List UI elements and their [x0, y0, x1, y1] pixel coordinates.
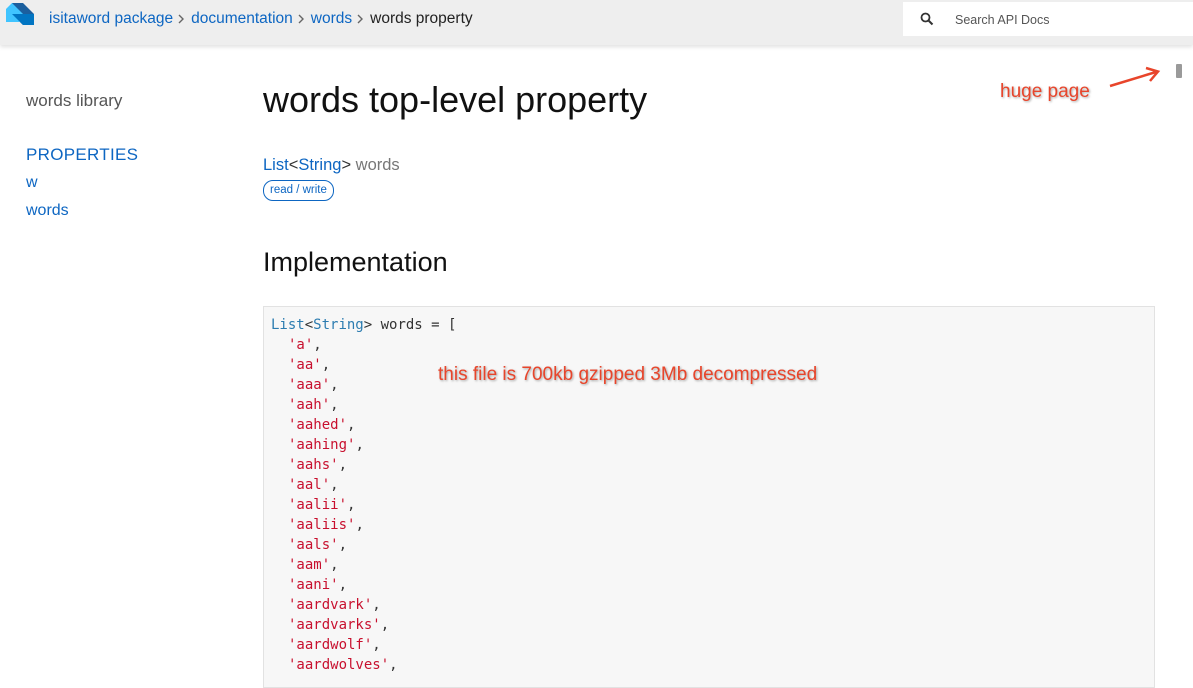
property-name: words: [355, 156, 400, 174]
breadcrumb: isitaword package documentation words wo…: [49, 0, 473, 37]
code-string-literal: 'aardvarks': [288, 617, 381, 633]
code-comma: ,: [338, 577, 348, 593]
code-string-literal: 'aa': [288, 357, 322, 373]
code-comma: ,: [389, 657, 398, 673]
code-string-literal: 'aalii': [288, 497, 348, 513]
code-string-literal: 'aals': [288, 537, 339, 553]
code-entry-line: 'aals',: [271, 535, 456, 555]
code-entry-line: 'aal',: [271, 475, 456, 495]
annotation-huge-page: huge page: [1000, 81, 1090, 102]
code-content: List<String> words = ['a','aa','aaa','aa…: [271, 315, 456, 675]
code-string-literal: 'aahs': [288, 457, 339, 473]
code-comma: ,: [338, 537, 348, 553]
code-comma: ,: [321, 357, 331, 373]
search-icon: [920, 12, 934, 26]
code-entry-line: 'aahs',: [271, 455, 456, 475]
code-string-literal: 'a': [288, 337, 314, 353]
code-entry-line: 'aardwolves',: [271, 655, 456, 675]
breadcrumb-words[interactable]: words: [311, 10, 352, 28]
code-entry-line: 'aaliis',: [271, 515, 456, 535]
read-write-badge[interactable]: read / write: [263, 180, 334, 201]
code-entry-line: 'aardvark',: [271, 595, 456, 615]
code-comma: ,: [372, 597, 381, 613]
code-comma: ,: [330, 397, 339, 413]
chevron-right-icon: [356, 14, 364, 24]
sidebar-item-words[interactable]: words: [26, 200, 226, 222]
scrollbar-thumb[interactable]: [1176, 64, 1182, 78]
code-type-string[interactable]: String: [313, 317, 364, 333]
code-entry-line: 'aahed',: [271, 415, 456, 435]
code-entry-line: 'aaa',: [271, 375, 456, 395]
property-signature: List<String> words: [263, 154, 400, 176]
top-bar: isitaword package documentation words wo…: [0, 0, 1193, 45]
code-open-bracket: <: [304, 317, 314, 333]
code-entry-line: 'aahing',: [271, 435, 456, 455]
sidebar: words library PROPERTIES w words: [26, 90, 226, 228]
code-comma: ,: [347, 417, 356, 433]
code-string-literal: 'aardvark': [288, 597, 373, 613]
search-input[interactable]: [953, 9, 1187, 31]
code-comma: ,: [338, 457, 348, 473]
code-string-literal: 'aal': [288, 477, 331, 493]
code-string-literal: 'aani': [288, 577, 339, 593]
breadcrumb-documentation[interactable]: documentation: [191, 10, 293, 28]
code-entry-line: 'aardwolf',: [271, 635, 456, 655]
code-comma: ,: [330, 477, 339, 493]
code-comma: ,: [380, 617, 390, 633]
code-string-literal: 'aardwolves': [288, 657, 390, 673]
implementation-heading: Implementation: [263, 247, 448, 277]
sidebar-section-properties[interactable]: PROPERTIES: [26, 144, 226, 166]
code-entry-line: 'aam',: [271, 555, 456, 575]
code-comma: ,: [330, 377, 339, 393]
code-type-list[interactable]: List: [271, 317, 305, 333]
code-entry-line: 'aani',: [271, 575, 456, 595]
code-entry-line: 'aah',: [271, 395, 456, 415]
annotation-file-size: this file is 700kb gzipped 3Mb decompres…: [438, 364, 818, 385]
code-entry-line: 'aa',: [271, 355, 456, 375]
code-string-literal: 'aardwolf': [288, 637, 373, 653]
code-comma: ,: [372, 637, 381, 653]
code-entry-line: 'aardvarks',: [271, 615, 456, 635]
code-string-literal: 'aah': [288, 397, 331, 413]
code-comma: ,: [347, 497, 356, 513]
code-string-literal: 'aahing': [288, 437, 356, 453]
search-box[interactable]: [903, 2, 1193, 36]
chevron-right-icon: [297, 14, 305, 24]
dart-logo-icon[interactable]: [3, 0, 35, 32]
code-comma: ,: [313, 337, 322, 353]
sidebar-library-name: words library: [26, 91, 123, 110]
type-link-string[interactable]: String: [298, 156, 341, 174]
annotation-arrow-icon: [1109, 66, 1161, 88]
signature-close-bracket: >: [341, 156, 352, 174]
type-link-list[interactable]: List: [263, 156, 289, 174]
code-comma: ,: [330, 557, 339, 573]
breadcrumb-package[interactable]: isitaword package: [49, 10, 173, 28]
code-comma: ,: [355, 517, 364, 533]
code-string-literal: 'aam': [288, 557, 331, 573]
code-comma: ,: [355, 437, 364, 453]
code-string-literal: 'aahed': [288, 417, 348, 433]
chevron-right-icon: [177, 14, 185, 24]
page-title: words top-level property: [263, 79, 648, 120]
code-string-literal: 'aaliis': [288, 517, 356, 533]
breadcrumb-current: words property: [370, 9, 473, 27]
sidebar-item-w[interactable]: w: [26, 172, 226, 194]
code-string-literal: 'aaa': [288, 377, 331, 393]
code-declaration-line: List<String> words = [: [271, 315, 456, 335]
code-entry-line: 'aalii',: [271, 495, 456, 515]
signature-open-bracket: <: [288, 156, 299, 174]
code-entry-line: 'a',: [271, 335, 456, 355]
code-declaration-rest: > words = [: [363, 317, 457, 333]
